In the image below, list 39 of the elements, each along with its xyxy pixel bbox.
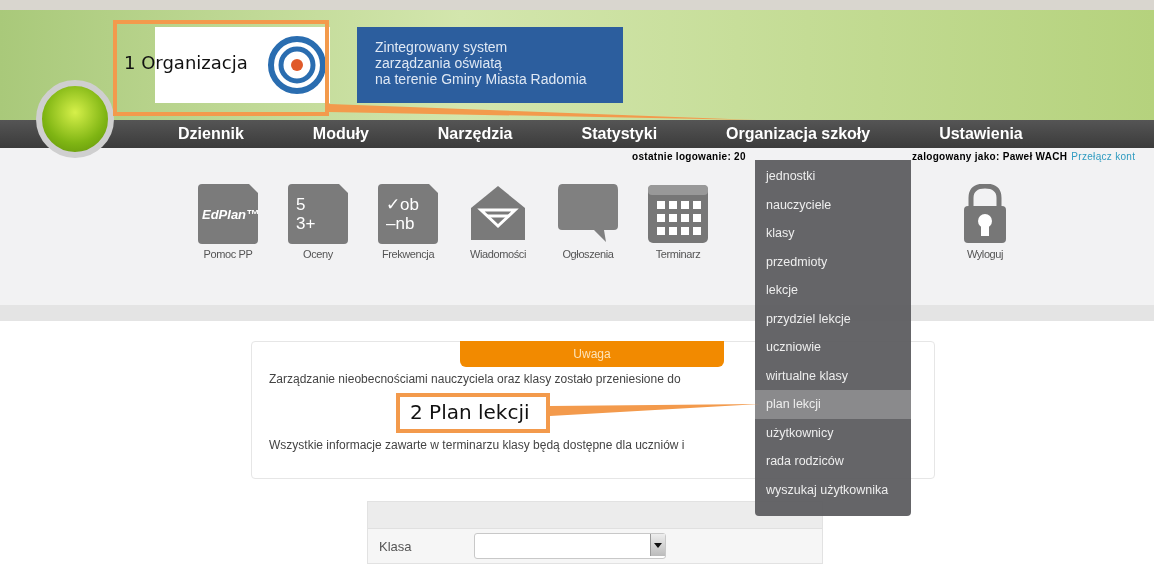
document-icon: 5 3+	[288, 184, 348, 244]
menu-item[interactable]: jednostki	[755, 162, 911, 191]
menu-item[interactable]: lekcje	[755, 276, 911, 305]
menu-item[interactable]: wirtualne klasy	[755, 361, 911, 390]
field-label: Klasa	[378, 538, 413, 554]
document-icon: ✓ob –nb	[378, 184, 438, 244]
nav-item[interactable]: Moduły	[312, 125, 369, 143]
annotation-label: 1 Organizacja	[124, 52, 248, 73]
menu-item[interactable]: klasy	[755, 219, 911, 248]
notice-title: Uwaga	[460, 341, 724, 367]
tool-button[interactable]: EdPlan™ Pomoc PP	[183, 180, 273, 260]
document-icon: EdPlan™	[198, 184, 258, 244]
nav-item[interactable]: Organizacja szkoły	[726, 125, 871, 143]
menu-item[interactable]: uczniowie	[755, 333, 911, 362]
tool-button[interactable]: ✓ob –nb Frekwencja	[363, 180, 453, 260]
user-text: zalogowany jako: Paweł WACH	[912, 151, 1068, 164]
menu-item[interactable]: przydziel lekcje	[755, 304, 911, 333]
calendar-icon	[647, 184, 709, 244]
menu-item[interactable]: wyszukaj użytkownika	[755, 475, 911, 504]
notice-text: Zarządzanie nieobecnościami nauczyciela oraz klasy zostało przeniesione do	[269, 372, 681, 386]
nav-item[interactable]: Dziennik	[178, 125, 244, 143]
menu-item[interactable]: nauczyciele	[755, 190, 911, 219]
class-select[interactable]	[474, 533, 666, 559]
nav-item[interactable]: Ustawienia	[939, 125, 1023, 143]
tool-button[interactable]: 5 3+ Oceny	[273, 180, 363, 260]
nav-item[interactable]: Statystyki	[581, 125, 658, 143]
tool-button[interactable]: Wiadomości	[453, 180, 543, 260]
menu-item[interactable]: przedmioty	[755, 247, 911, 276]
notice-text: Wszystkie informacje zawarte w terminarzu klasy będą dostępne dla uczniów i	[269, 438, 685, 452]
tool-button[interactable]: Wyloguj	[940, 180, 1030, 260]
annotation-label: 2 Plan lekcji	[410, 400, 530, 424]
nav-item[interactable]: Narzędzia	[437, 125, 513, 143]
padlock-icon	[963, 184, 1007, 244]
menu-item[interactable]: rada rodziców	[755, 447, 911, 476]
tool-button[interactable]: Terminarz	[633, 180, 723, 260]
menu-item[interactable]: użytkownicy	[755, 418, 911, 447]
tagline-text: Zintegrowany system zarządzania oświatą na terenie Gminy Miasta Radomia	[357, 27, 623, 103]
tool-button[interactable]: Ogłoszenia	[543, 180, 633, 260]
last-login-text: ostatnie logowanie: 20	[632, 151, 746, 164]
